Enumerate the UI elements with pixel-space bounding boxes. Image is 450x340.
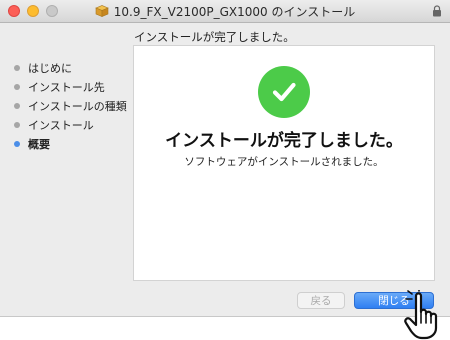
back-button[interactable]: 戻る [297,292,345,309]
installer-window: 10.9_FX_V2100P_GX1000 のインストール インストールが完了し… [0,0,450,317]
step-bullet-icon [14,83,20,90]
title-bar[interactable]: 10.9_FX_V2100P_GX1000 のインストール [0,0,450,23]
hand-pointer-icon [404,290,438,340]
step-installation-type: インストールの種類 [14,96,127,115]
step-bullet-icon [14,121,20,128]
step-bullet-icon [14,64,20,71]
checkmark-glyph-icon [272,82,296,102]
step-installation: インストール [14,115,127,134]
installer-steps: はじめに インストール先 インストールの種類 インストール 概要 [14,58,127,153]
success-message: ソフトウェアがインストールされました。 [184,156,384,168]
step-introduction: はじめに [14,58,127,77]
lock-icon [433,5,441,17]
window-title: 10.9_FX_V2100P_GX1000 のインストール [113,4,356,19]
checkmark-icon [258,66,310,118]
step-bullet-icon [14,102,20,109]
content-panel: インストールが完了しました。 ソフトウェアがインストールされました。 [133,45,435,281]
success-headline: インストールが完了しました。 [165,131,403,151]
step-summary: 概要 [14,134,127,153]
window-title-group: 10.9_FX_V2100P_GX1000 のインストール [0,0,450,22]
step-label: インストール [28,118,94,132]
step-label: はじめに [28,61,72,75]
step-label: インストール先 [28,80,105,94]
step-label: インストールの種類 [28,99,127,113]
step-destination: インストール先 [14,77,127,96]
package-icon [94,5,109,17]
step-bullet-current-icon [14,140,20,147]
step-header: インストールが完了しました。 [134,30,295,44]
step-label: 概要 [28,137,50,151]
